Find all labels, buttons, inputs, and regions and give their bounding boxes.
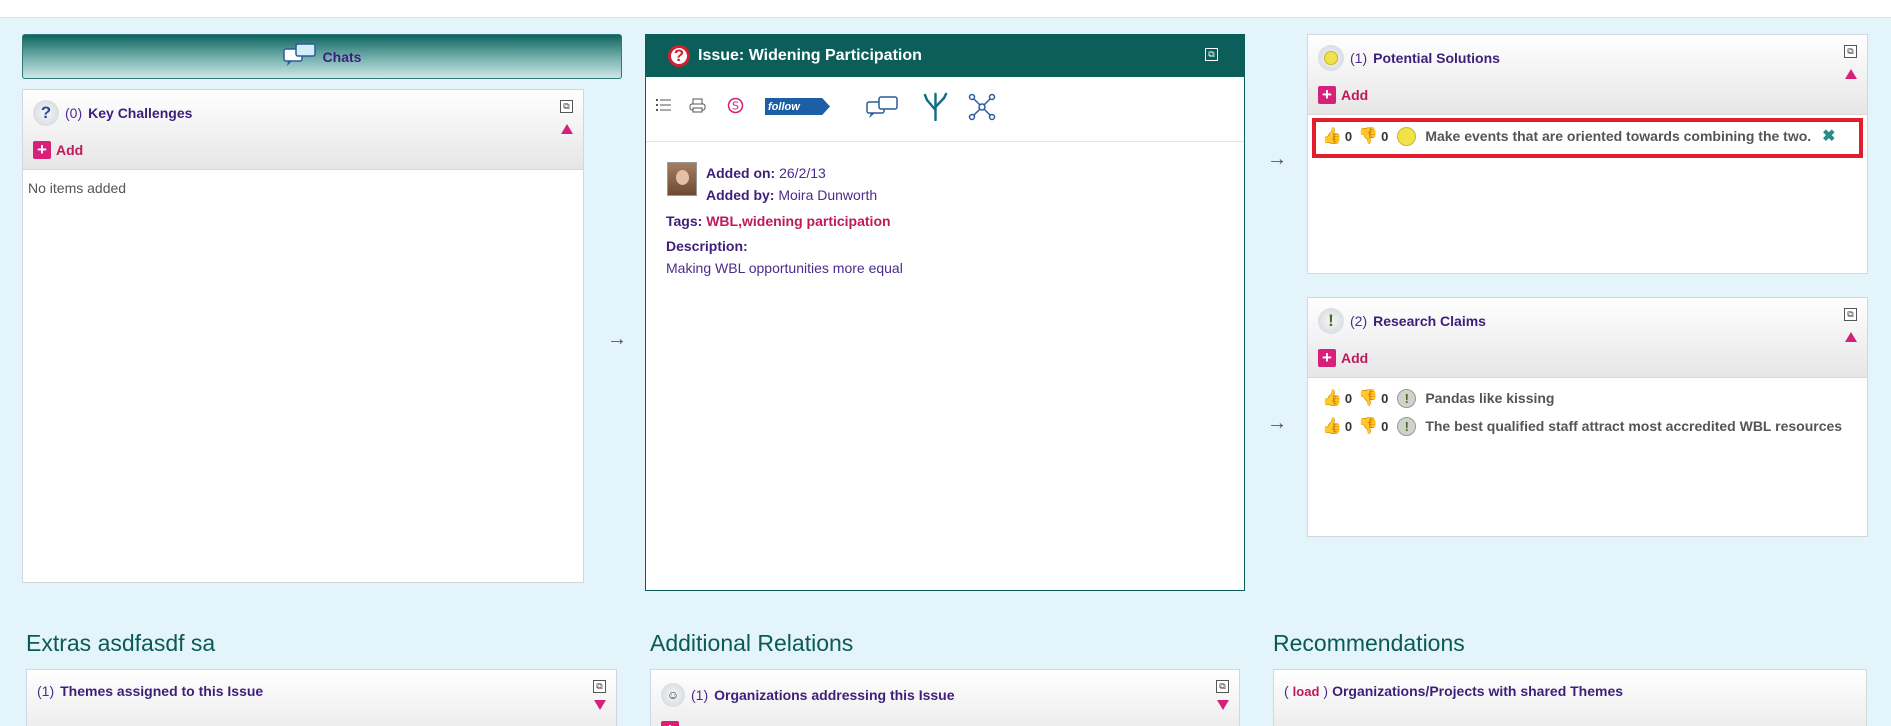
question-icon: ? bbox=[33, 100, 59, 126]
issue-header: ? Issue: Widening Participation ⧉ bbox=[646, 35, 1244, 77]
tree-icon[interactable] bbox=[923, 92, 948, 121]
key-challenges-panel: ? (0) Key Challenges ⧉ + Add No items ad… bbox=[22, 89, 584, 583]
added-by-row: Added by: Moira Dunworth bbox=[706, 187, 877, 203]
chats-label: Chats bbox=[322, 48, 362, 65]
themes-title[interactable]: Themes assigned to this Issue bbox=[60, 683, 263, 699]
research-claims-add-button[interactable]: + Add bbox=[1318, 349, 1368, 367]
thumbs-down-icon[interactable]: 👎 bbox=[1358, 416, 1378, 436]
print-icon[interactable] bbox=[689, 98, 706, 113]
plus-icon: + bbox=[1318, 349, 1336, 367]
organizations-count: (1) bbox=[691, 687, 709, 703]
chat-icon[interactable] bbox=[866, 95, 899, 119]
plus-icon: + bbox=[33, 141, 51, 159]
added-on-label: Added on: bbox=[706, 165, 776, 181]
tags-row: Tags: WBL,widening participation bbox=[666, 213, 891, 229]
thumbs-up-icon[interactable]: 👍 bbox=[1322, 416, 1342, 436]
user-avatar[interactable] bbox=[667, 162, 697, 196]
recommendations-title: Recommendations bbox=[1273, 630, 1465, 656]
key-challenges-title[interactable]: Key Challenges bbox=[88, 105, 192, 121]
item-link[interactable]: Pandas like kissing bbox=[1425, 390, 1554, 406]
list-item: 👍 0 👎 0 ! The best qualified staff attra… bbox=[1322, 416, 1842, 436]
recommendations-panel: ( load ) Organizations/Projects with sha… bbox=[1273, 669, 1867, 726]
top-strip bbox=[0, 0, 1891, 18]
potential-solutions-title[interactable]: Potential Solutions bbox=[1373, 50, 1500, 66]
collapse-icon[interactable] bbox=[1845, 332, 1857, 342]
plus-icon: + bbox=[1318, 86, 1336, 104]
thumbs-down-icon[interactable]: 👎 bbox=[1358, 388, 1378, 408]
key-challenges-header: ? (0) Key Challenges ⧉ + Add bbox=[23, 90, 583, 170]
vote-down-count: 0 bbox=[1381, 418, 1389, 434]
additional-relations-title: Additional Relations bbox=[650, 630, 854, 656]
chats-button[interactable]: Chats bbox=[22, 34, 622, 79]
key-challenges-count: (0) bbox=[65, 105, 83, 121]
issue-panel: ? Issue: Widening Participation ⧉ S foll… bbox=[645, 34, 1245, 591]
added-by-value[interactable]: Moira Dunworth bbox=[778, 187, 877, 203]
exclamation-icon: ! bbox=[1397, 388, 1417, 408]
follow-label: follow bbox=[765, 98, 830, 115]
popout-icon[interactable]: ⧉ bbox=[1844, 308, 1857, 321]
description-label: Description: bbox=[666, 238, 748, 254]
organization-icon: ☺ bbox=[661, 683, 685, 707]
organizations-panel: ☺ (1) Organizations addressing this Issu… bbox=[650, 669, 1240, 726]
item-link[interactable]: The best qualified staff attract most ac… bbox=[1425, 418, 1842, 434]
spam-icon[interactable]: S bbox=[727, 97, 744, 114]
lightbulb-icon bbox=[1318, 45, 1344, 71]
potential-solutions-add-button[interactable]: + Add bbox=[1318, 86, 1368, 104]
load-link[interactable]: load bbox=[1293, 684, 1320, 699]
chat-bubbles-icon bbox=[282, 43, 317, 70]
vote-up-count: 0 bbox=[1344, 418, 1353, 434]
potential-solutions-count: (1) bbox=[1350, 50, 1368, 66]
vote-down-count: 0 bbox=[1381, 390, 1389, 406]
tag-link[interactable]: WBL bbox=[706, 213, 738, 229]
exclamation-icon: ! bbox=[1318, 308, 1344, 334]
added-by-label: Added by: bbox=[706, 187, 775, 203]
recommendations-panel-title: Organizations/Projects with shared Theme… bbox=[1332, 683, 1624, 699]
vote-up-count: 0 bbox=[1344, 390, 1353, 406]
expand-icon[interactable] bbox=[594, 700, 606, 710]
issue-toolbar: S follow bbox=[646, 77, 1244, 142]
selection-highlight bbox=[1312, 118, 1863, 158]
add-label: Add bbox=[1341, 87, 1369, 103]
research-claims-count: (2) bbox=[1350, 313, 1368, 329]
list-item: 👍 0 👎 0 ! Pandas like kissing bbox=[1322, 388, 1554, 408]
thumbs-up-icon[interactable]: 👍 bbox=[1322, 388, 1342, 408]
added-on-row: Added on: 26/2/13 bbox=[706, 165, 826, 181]
description-value: Making WBL opportunities more equal bbox=[666, 260, 903, 276]
organizations-title[interactable]: Organizations addressing this Issue bbox=[714, 687, 954, 703]
tag-link[interactable]: widening participation bbox=[742, 213, 891, 229]
themes-panel: (1) Themes assigned to this Issue ⧉ bbox=[26, 669, 617, 726]
tags-label: Tags: bbox=[666, 213, 703, 229]
add-label: Add bbox=[1341, 350, 1369, 366]
collapse-icon[interactable] bbox=[1845, 69, 1857, 79]
issue-title: Issue: Widening Participation bbox=[698, 47, 922, 64]
network-icon[interactable] bbox=[968, 93, 996, 121]
popout-icon[interactable]: ⧉ bbox=[1844, 45, 1857, 58]
arrow-icon: → bbox=[1267, 412, 1287, 434]
potential-solutions-header: (1) Potential Solutions ⧉ + Add bbox=[1308, 35, 1867, 115]
add-label: Add bbox=[56, 142, 84, 158]
popout-icon[interactable]: ⧉ bbox=[593, 680, 606, 693]
expand-icon[interactable] bbox=[1217, 700, 1229, 710]
key-challenges-empty: No items added bbox=[28, 180, 127, 196]
key-challenges-add-button[interactable]: + Add bbox=[33, 141, 83, 159]
collapse-icon[interactable] bbox=[561, 124, 573, 134]
popout-icon[interactable]: ⧉ bbox=[560, 100, 573, 113]
research-claims-title[interactable]: Research Claims bbox=[1373, 313, 1486, 329]
themes-count: (1) bbox=[37, 683, 55, 699]
research-claims-panel: ! (2) Research Claims ⧉ + Add 👍 0 👎 0 ! … bbox=[1307, 297, 1868, 537]
plus-icon[interactable]: + bbox=[661, 721, 679, 726]
exclamation-icon: ! bbox=[1397, 416, 1417, 436]
issue-question-icon: ? bbox=[668, 45, 690, 67]
research-claims-header: ! (2) Research Claims ⧉ + Add bbox=[1308, 298, 1867, 378]
extras-section-title: Extras asdfasdf sa bbox=[26, 630, 216, 656]
arrow-icon: → bbox=[607, 328, 627, 350]
list-icon[interactable] bbox=[656, 98, 672, 112]
added-on-value: 26/2/13 bbox=[779, 165, 826, 181]
follow-button[interactable]: follow bbox=[765, 98, 830, 115]
popout-icon[interactable]: ⧉ bbox=[1205, 48, 1218, 61]
svg-text:S: S bbox=[732, 100, 739, 113]
arrow-icon: → bbox=[1267, 148, 1287, 170]
popout-icon[interactable]: ⧉ bbox=[1216, 680, 1229, 693]
